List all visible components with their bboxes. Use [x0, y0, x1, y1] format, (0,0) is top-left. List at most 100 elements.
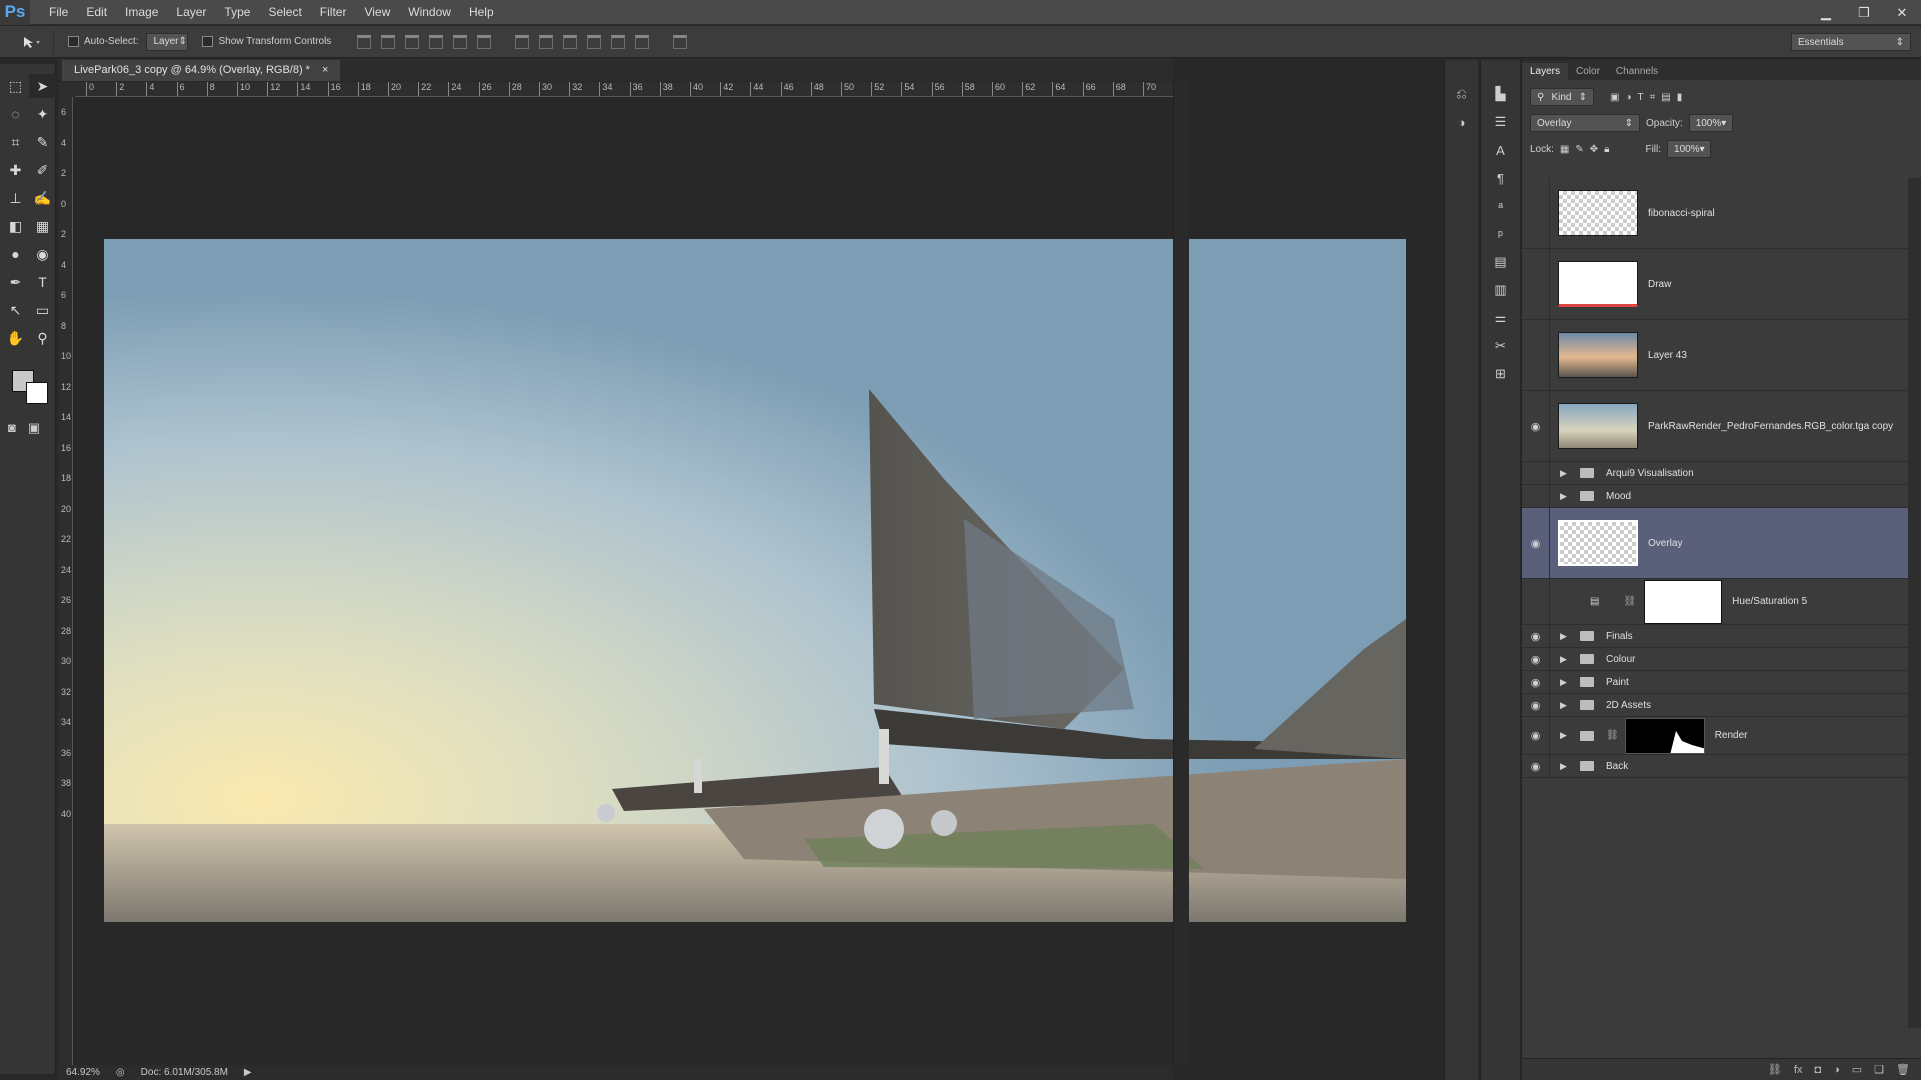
new-adjustment-icon[interactable]: ◑ [1833, 1064, 1840, 1076]
menu-type[interactable]: Type [215, 5, 259, 19]
layer-name[interactable]: Back [1606, 761, 1628, 772]
menu-edit[interactable]: Edit [77, 5, 116, 19]
eraser-icon[interactable]: ◧ [2, 214, 29, 238]
auto-select-dropdown[interactable]: Layer ⇕ [146, 32, 189, 51]
visibility-eye-icon[interactable] [1522, 485, 1550, 507]
distribute-vcenter-icon[interactable] [539, 34, 554, 49]
eyedropper-icon[interactable]: ✎ [29, 130, 56, 154]
character-icon[interactable]: A [1481, 136, 1520, 164]
quick-mask-icon[interactable]: ◙ [8, 420, 16, 436]
dodge-icon[interactable]: ◉ [29, 242, 56, 266]
paragraph-icon[interactable]: ¶ [1481, 164, 1520, 192]
filter-kind-dropdown[interactable]: ⚲ Kind ⇕ [1530, 88, 1594, 106]
close-window-icon[interactable]: ✕ [1883, 0, 1921, 25]
properties-icon[interactable]: ☰ [1481, 108, 1520, 136]
add-mask-icon[interactable]: ◘ [1814, 1064, 1821, 1076]
pen-icon[interactable]: ✒ [2, 270, 29, 294]
distribute-bottom-icon[interactable] [563, 34, 578, 49]
distribute-top-icon[interactable] [515, 34, 530, 49]
align-right-icon[interactable] [477, 34, 492, 49]
lock-image-icon[interactable]: ✎ [1575, 144, 1583, 155]
screen-mode-icon[interactable]: ▣ [28, 420, 40, 436]
layers-scrollbar[interactable] [1908, 178, 1921, 1028]
visibility-eye-icon[interactable] [1522, 462, 1550, 484]
expand-group-icon[interactable]: ▶ [1560, 677, 1574, 688]
menu-image[interactable]: Image [116, 5, 167, 19]
visibility-eye-icon[interactable]: ◉ [1522, 625, 1550, 647]
move-tool-preset[interactable] [10, 29, 54, 54]
marquee-icon[interactable]: ⬚ [2, 74, 29, 98]
layer-name[interactable]: Mood [1606, 491, 1631, 502]
fill-input[interactable]: 100% ▾ [1667, 140, 1712, 158]
layer-row[interactable]: fibonacci-spiral [1522, 178, 1908, 249]
visibility-eye-icon[interactable] [1522, 178, 1550, 248]
visibility-eye-icon[interactable] [1522, 320, 1550, 390]
zoom-level[interactable]: 64.92% [66, 1067, 100, 1078]
layer-row[interactable]: ◉ ▶ ⛓ Render [1522, 717, 1908, 755]
new-group-icon[interactable]: ▭ [1852, 1063, 1862, 1076]
restore-icon[interactable]: ❐ [1845, 0, 1883, 25]
history-brush-icon[interactable]: ✍ [29, 186, 56, 210]
document-size[interactable]: Doc: 6.01M/305.8M [141, 1067, 228, 1078]
menu-window[interactable]: Window [399, 5, 460, 19]
expand-group-icon[interactable]: ▶ [1560, 654, 1574, 665]
lock-transparent-icon[interactable]: ▦ [1560, 144, 1569, 155]
layer-row[interactable]: Layer 43 [1522, 320, 1908, 391]
type-icon[interactable]: T [29, 270, 56, 294]
expand-group-icon[interactable]: ▶ [1560, 468, 1574, 479]
tab-layers[interactable]: Layers [1522, 63, 1569, 80]
visibility-eye-icon[interactable]: ◉ [1522, 717, 1550, 754]
align-bottom-icon[interactable] [405, 34, 420, 49]
blur-icon[interactable]: ● [2, 242, 29, 266]
history-icon[interactable]: ⎌ [1445, 80, 1478, 108]
canvas-workspace[interactable] [75, 97, 1406, 1065]
crop-icon[interactable]: ⌗ [2, 130, 29, 154]
layer-name[interactable]: Arqui9 Visualisation [1606, 468, 1694, 479]
filter-shape-icon[interactable]: ⌗ [1650, 92, 1656, 103]
zoom-icon[interactable]: ⚲ [29, 326, 56, 350]
libraries-icon[interactable]: ▤ [1481, 248, 1520, 276]
histogram-icon[interactable]: ▙ [1481, 80, 1520, 108]
mask-link-icon[interactable]: ⛓ [1606, 730, 1619, 741]
layer-name[interactable]: Render [1715, 730, 1748, 741]
layer-row[interactable]: ◉ ▶ 2D Assets [1522, 694, 1908, 717]
visibility-eye-icon[interactable]: ◉ [1522, 508, 1550, 578]
brush-icon[interactable]: ✐ [29, 158, 56, 182]
layer-name[interactable]: Paint [1606, 677, 1629, 688]
character-styles-icon[interactable]: ᵃ [1481, 192, 1520, 220]
layer-name[interactable]: 2D Assets [1606, 700, 1651, 711]
layer-name[interactable]: ParkRawRender_PedroFernandes.RGB_color.t… [1648, 421, 1893, 432]
visibility-eye-icon[interactable]: ◉ [1522, 694, 1550, 716]
menu-select[interactable]: Select [259, 5, 310, 19]
expand-group-icon[interactable]: ▶ [1560, 700, 1574, 711]
workspace-dropdown[interactable]: Essentials ⇕ [1791, 33, 1911, 51]
layer-name[interactable]: Draw [1648, 279, 1671, 290]
layer-row[interactable]: ◉ ▶ Paint [1522, 671, 1908, 694]
paragraph-styles-icon[interactable]: ᵖ [1481, 220, 1520, 248]
auto-align-icon[interactable] [673, 34, 688, 49]
adjustments-icon[interactable]: ◑ [1445, 108, 1478, 136]
new-layer-icon[interactable]: ❏ [1874, 1063, 1884, 1076]
layer-row[interactable]: ◉ ▶ Finals [1522, 625, 1908, 648]
layer-name[interactable]: Finals [1606, 631, 1633, 642]
lock-all-icon[interactable]: 🔒︎ [1604, 144, 1609, 155]
layer-name[interactable]: Hue/Saturation 5 [1732, 596, 1807, 607]
expand-group-icon[interactable]: ▶ [1560, 730, 1574, 741]
layer-row[interactable]: ▤ ⛓ Hue/Saturation 5 [1522, 579, 1908, 625]
delete-layer-icon[interactable]: 🗑︎ [1896, 1063, 1910, 1076]
menu-filter[interactable]: Filter [311, 5, 356, 19]
tab-channels[interactable]: Channels [1608, 63, 1666, 80]
menu-layer[interactable]: Layer [167, 5, 215, 19]
distribute-left-icon[interactable] [587, 34, 602, 49]
filter-smart-object-icon[interactable]: ▤ [1661, 92, 1670, 103]
menu-help[interactable]: Help [460, 5, 503, 19]
close-tab-icon[interactable]: × [322, 64, 328, 77]
expand-group-icon[interactable]: ▶ [1560, 631, 1574, 642]
layer-row[interactable]: ◉ ParkRawRender_PedroFernandes.RGB_color.… [1522, 391, 1908, 462]
align-hcenter-icon[interactable] [453, 34, 468, 49]
blend-mode-dropdown[interactable]: Overlay ⇕ [1530, 114, 1640, 132]
layer-row[interactable]: ◉ ▶ Colour [1522, 648, 1908, 671]
align-top-icon[interactable] [357, 34, 372, 49]
visibility-eye-icon[interactable] [1522, 579, 1550, 624]
status-menu-arrow-icon[interactable]: ▶ [244, 1067, 252, 1078]
